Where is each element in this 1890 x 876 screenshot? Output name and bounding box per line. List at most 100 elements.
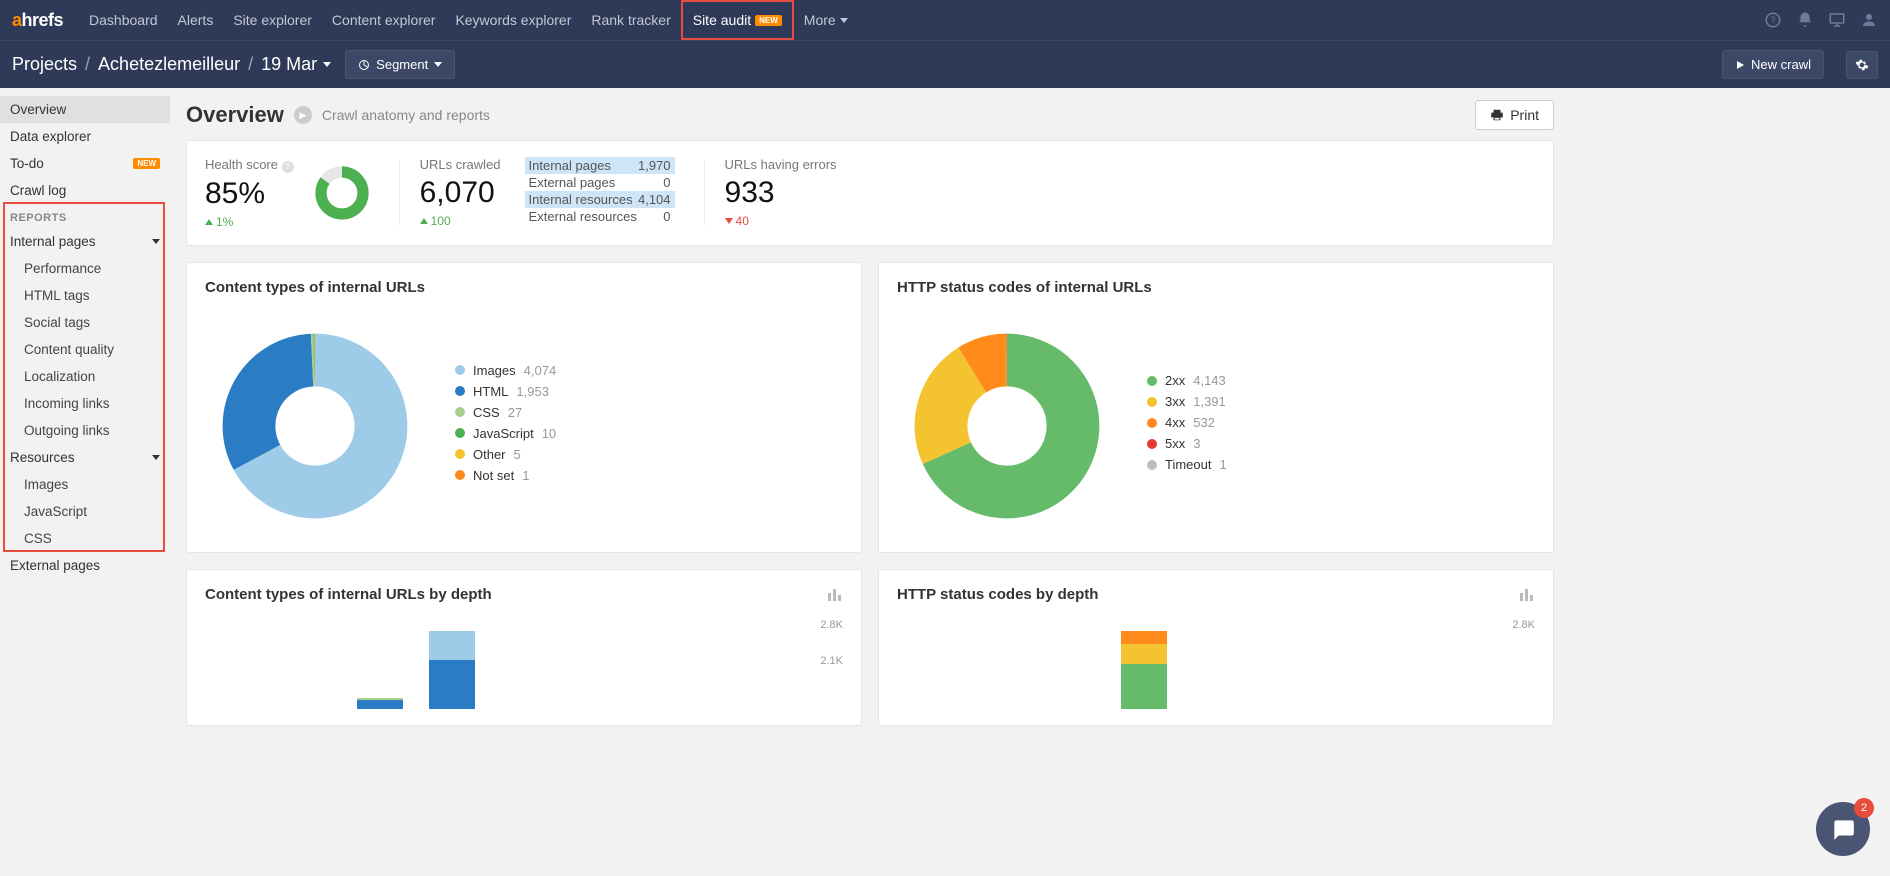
play-icon xyxy=(1735,60,1745,70)
bell-icon[interactable] xyxy=(1796,11,1814,29)
bar-chart-icon[interactable] xyxy=(827,587,843,601)
sidebar-item-overview[interactable]: Overview xyxy=(0,96,170,123)
sidebar-item-todo[interactable]: To-doNEW xyxy=(0,150,170,177)
settings-button[interactable] xyxy=(1846,51,1878,79)
page-subtitle: Crawl anatomy and reports xyxy=(322,107,490,123)
help-icon[interactable]: ? xyxy=(1764,11,1782,29)
sidebar-item-internal-pages[interactable]: Internal pages xyxy=(0,228,170,255)
breadcrumb-root[interactable]: Projects xyxy=(12,54,77,75)
legend-item[interactable]: Images 4,074 xyxy=(455,363,556,378)
logo[interactable]: ahrefs xyxy=(12,10,63,31)
play-icon[interactable]: ▶ xyxy=(294,106,312,124)
legend-item[interactable]: 3xx 1,391 xyxy=(1147,394,1227,409)
sidebar-item-javascript[interactable]: JavaScript xyxy=(0,498,170,525)
sidebar-item-outgoing-links[interactable]: Outgoing links xyxy=(0,417,170,444)
legend-dot xyxy=(455,428,465,438)
new-badge: NEW xyxy=(755,15,782,26)
subbar-right: New crawl xyxy=(1708,50,1878,79)
donut-content-types xyxy=(205,316,425,536)
nav-content-explorer[interactable]: Content explorer xyxy=(322,0,446,40)
sidebar-item-data-explorer[interactable]: Data explorer xyxy=(0,123,170,150)
legend-dot xyxy=(1147,418,1157,428)
sidebar-item-incoming-links[interactable]: Incoming links xyxy=(0,390,170,417)
sidebar-reports-header: REPORTS xyxy=(0,204,170,228)
legend-dot xyxy=(455,365,465,375)
breadcrumb-project[interactable]: Achetezlemeilleur xyxy=(98,54,240,75)
legend-item[interactable]: HTML 1,953 xyxy=(455,384,556,399)
page-head: Overview ▶ Crawl anatomy and reports Pri… xyxy=(186,100,1554,130)
sidebar-item-crawl-log[interactable]: Crawl log xyxy=(0,177,170,204)
sidebar-item-performance[interactable]: Performance xyxy=(0,255,170,282)
table-row[interactable]: External resources0 xyxy=(525,208,675,225)
metric-health: Health score ? 85% 1% xyxy=(205,157,400,229)
bar-column[interactable] xyxy=(429,631,475,708)
table-row[interactable]: Internal resources4,104 xyxy=(525,191,675,208)
chevron-down-icon xyxy=(323,62,331,67)
health-donut xyxy=(314,165,370,221)
nav-alerts[interactable]: Alerts xyxy=(168,0,224,40)
breadcrumb: Projects / Achetezlemeilleur / 19 Mar xyxy=(12,54,331,75)
legend-status-codes: 2xx 4,143 3xx 1,391 4xx 532 5xx 3 Timeout 1 xyxy=(1147,373,1227,478)
chevron-down-icon xyxy=(152,455,160,460)
sidebar-item-content-quality[interactable]: Content quality xyxy=(0,336,170,363)
new-badge: NEW xyxy=(133,158,160,169)
date-dropdown[interactable]: 19 Mar xyxy=(261,54,331,75)
legend-content-types: Images 4,074 HTML 1,953 CSS 27 JavaScript 1… xyxy=(455,363,556,489)
triangle-up-icon xyxy=(420,218,428,224)
segment-button[interactable]: Segment xyxy=(345,50,455,79)
legend-item[interactable]: Not set 1 xyxy=(455,468,556,483)
topbar: ahrefs Dashboard Alerts Site explorer Co… xyxy=(0,0,1890,40)
help-icon[interactable]: ? xyxy=(282,161,294,173)
sidebar-item-social-tags[interactable]: Social tags xyxy=(0,309,170,336)
legend-dot xyxy=(455,470,465,480)
metric-errors: URLs having errors 933 40 xyxy=(725,157,867,229)
legend-item[interactable]: Timeout 1 xyxy=(1147,457,1227,472)
errors-value: 933 xyxy=(725,176,837,210)
page-title: Overview xyxy=(186,102,284,128)
new-crawl-button[interactable]: New crawl xyxy=(1722,50,1824,79)
legend-item[interactable]: 5xx 3 xyxy=(1147,436,1227,451)
legend-dot xyxy=(1147,397,1157,407)
nav-more[interactable]: More xyxy=(794,0,858,40)
sidebar-item-resources[interactable]: Resources xyxy=(0,444,170,471)
bar-column[interactable] xyxy=(1121,631,1167,708)
topnav-right: ? xyxy=(1764,11,1878,29)
legend-dot xyxy=(455,386,465,396)
logo-text: hrefs xyxy=(22,10,64,30)
bar-chart-icon[interactable] xyxy=(1519,587,1535,601)
legend-item[interactable]: 4xx 532 xyxy=(1147,415,1227,430)
table-row[interactable]: Internal pages1,970 xyxy=(525,157,675,174)
user-icon[interactable] xyxy=(1860,11,1878,29)
nav-keywords-explorer[interactable]: Keywords explorer xyxy=(445,0,581,40)
legend-item[interactable]: Other 5 xyxy=(455,447,556,462)
gear-icon xyxy=(1855,58,1869,72)
nav-site-audit-label: Site audit xyxy=(693,12,751,28)
sidebar-item-css[interactable]: CSS xyxy=(0,525,170,552)
crawled-value: 6,070 xyxy=(420,176,501,210)
table-row[interactable]: External pages0 xyxy=(525,174,675,191)
topnav: Dashboard Alerts Site explorer Content e… xyxy=(79,0,1764,40)
bar-column[interactable] xyxy=(357,698,403,708)
legend-dot xyxy=(1147,460,1157,470)
legend-dot xyxy=(455,449,465,459)
monitor-icon[interactable] xyxy=(1828,11,1846,29)
segment-icon xyxy=(358,59,370,71)
legend-item[interactable]: JavaScript 10 xyxy=(455,426,556,441)
sidebar-item-images[interactable]: Images xyxy=(0,471,170,498)
legend-dot xyxy=(1147,376,1157,386)
chevron-down-icon xyxy=(434,62,442,67)
sidebar-item-html-tags[interactable]: HTML tags xyxy=(0,282,170,309)
main: Overview ▶ Crawl anatomy and reports Pri… xyxy=(170,88,1570,754)
legend-item[interactable]: 2xx 4,143 xyxy=(1147,373,1227,388)
legend-item[interactable]: CSS 27 xyxy=(455,405,556,420)
url-table: Internal pages1,970 External pages0 Inte… xyxy=(525,157,675,229)
metrics-card: Health score ? 85% 1% URLs crawled 6,070… xyxy=(186,140,1554,246)
sidebar-item-external-pages[interactable]: External pages xyxy=(0,552,170,579)
print-button[interactable]: Print xyxy=(1475,100,1554,130)
nav-site-explorer[interactable]: Site explorer xyxy=(223,0,322,40)
nav-rank-tracker[interactable]: Rank tracker xyxy=(581,0,680,40)
intercom-launcher[interactable]: 2 xyxy=(1816,802,1870,856)
sidebar-item-localization[interactable]: Localization xyxy=(0,363,170,390)
nav-site-audit[interactable]: Site audit NEW xyxy=(681,0,794,40)
nav-dashboard[interactable]: Dashboard xyxy=(79,0,168,40)
